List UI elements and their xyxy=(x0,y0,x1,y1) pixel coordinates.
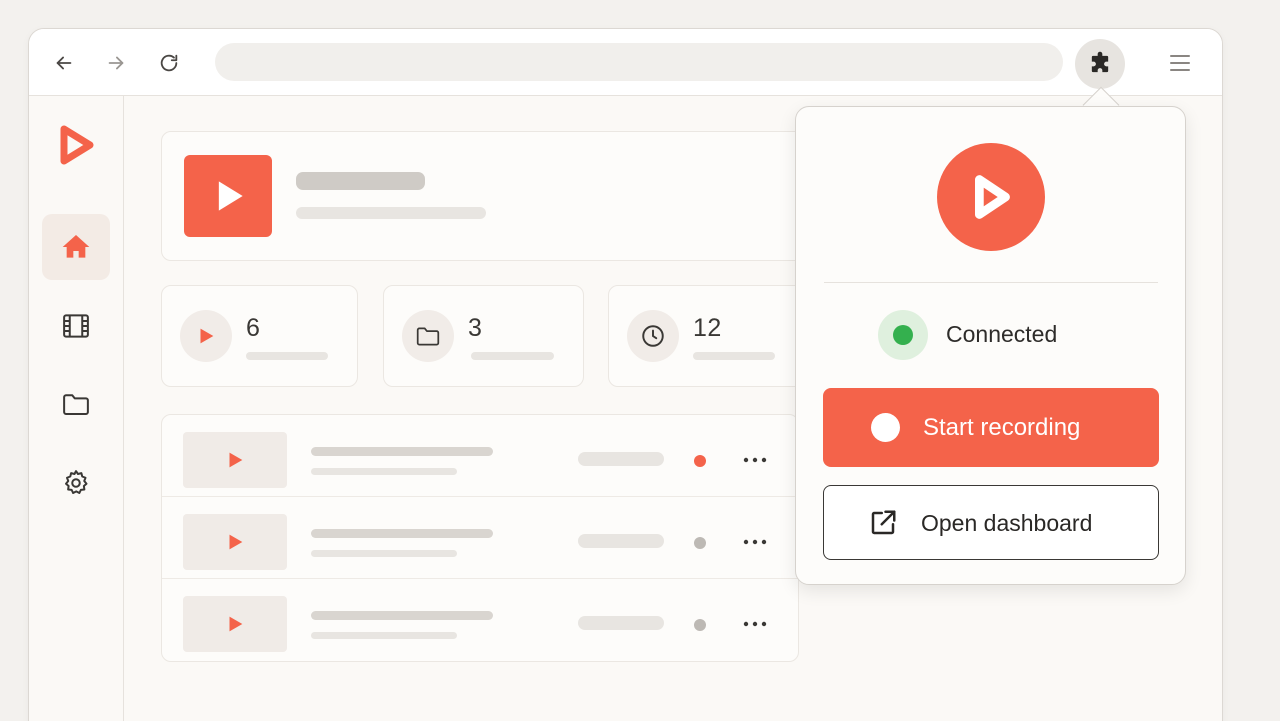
puzzle-icon xyxy=(1091,51,1109,73)
recording-thumbnail[interactable] xyxy=(183,596,287,652)
play-icon xyxy=(218,181,243,211)
recording-thumbnail[interactable] xyxy=(183,432,287,488)
status-dot-idle xyxy=(694,537,706,549)
recordings-list xyxy=(161,414,799,662)
recording-row[interactable] xyxy=(162,579,798,661)
subtitle-placeholder xyxy=(296,207,486,219)
play-icon xyxy=(200,328,214,344)
stat-label-placeholder xyxy=(246,352,328,360)
home-icon xyxy=(62,235,90,258)
title-placeholder xyxy=(296,172,425,190)
status-dot-idle xyxy=(694,619,706,631)
play-logo-icon xyxy=(975,175,1010,219)
stat-card-hours: 12 xyxy=(608,285,821,387)
extension-popup: Connected Start recording Open dashboard xyxy=(795,106,1186,585)
play-icon xyxy=(229,534,243,550)
recording-row[interactable] xyxy=(162,497,798,579)
stat-icon-circle xyxy=(402,310,454,362)
row-meta-placeholder xyxy=(578,616,664,630)
arrow-left-icon xyxy=(56,56,72,70)
stat-value: 6 xyxy=(246,314,261,342)
sidebar-item-folders[interactable] xyxy=(42,371,110,437)
row-subtitle-placeholder xyxy=(311,632,457,639)
folder-icon xyxy=(416,327,440,346)
recording-row[interactable] xyxy=(162,415,798,497)
gear-icon xyxy=(65,470,88,494)
extension-logo xyxy=(937,143,1045,251)
folder-icon xyxy=(63,394,89,415)
row-title-placeholder xyxy=(311,611,493,620)
reload-icon xyxy=(160,54,178,72)
row-meta-placeholder xyxy=(578,452,664,466)
more-horizontal-icon xyxy=(743,539,767,545)
play-icon xyxy=(229,452,243,468)
clock-icon xyxy=(642,325,664,347)
featured-thumbnail[interactable] xyxy=(184,155,272,237)
reload-button[interactable] xyxy=(150,44,188,82)
stat-value: 12 xyxy=(693,314,722,342)
hamburger-menu-icon xyxy=(1170,55,1190,71)
sidebar-item-home[interactable] xyxy=(42,214,110,280)
open-dashboard-button[interactable]: Open dashboard xyxy=(823,485,1159,560)
row-more-button[interactable] xyxy=(740,527,770,557)
stat-icon-circle xyxy=(627,310,679,362)
forward-button[interactable] xyxy=(97,44,135,82)
connection-status-indicator xyxy=(878,310,928,360)
recording-thumbnail[interactable] xyxy=(183,514,287,570)
row-meta-placeholder xyxy=(578,534,664,548)
stat-card-folders: 3 xyxy=(383,285,584,387)
sidebar-item-settings[interactable] xyxy=(42,450,110,516)
external-link-icon xyxy=(871,510,896,535)
app-logo-icon xyxy=(60,125,94,165)
more-horizontal-icon xyxy=(743,621,767,627)
row-subtitle-placeholder xyxy=(311,468,457,475)
connection-status-text: Connected xyxy=(946,321,1058,347)
row-more-button[interactable] xyxy=(740,445,770,475)
record-dot-icon xyxy=(871,413,900,442)
extension-button[interactable] xyxy=(1075,39,1125,89)
stat-label-placeholder xyxy=(693,352,775,360)
start-recording-button[interactable]: Start recording xyxy=(823,388,1159,467)
browser-toolbar xyxy=(29,29,1222,96)
address-bar[interactable] xyxy=(215,43,1063,81)
status-dot-connected xyxy=(893,325,913,345)
start-recording-label: Start recording xyxy=(923,414,1081,441)
row-title-placeholder xyxy=(311,529,493,538)
arrow-right-icon xyxy=(108,56,124,70)
row-title-placeholder xyxy=(311,447,493,456)
stat-value: 3 xyxy=(468,314,483,342)
browser-menu-button[interactable] xyxy=(1161,44,1199,82)
play-icon xyxy=(229,616,243,632)
popup-divider xyxy=(824,282,1158,283)
back-button[interactable] xyxy=(45,44,83,82)
row-subtitle-placeholder xyxy=(311,550,457,557)
header-card xyxy=(161,131,821,261)
stat-icon-circle xyxy=(180,310,232,362)
status-dot-recording xyxy=(694,455,706,467)
stat-card-videos: 6 xyxy=(161,285,358,387)
stat-label-placeholder xyxy=(471,352,554,360)
open-dashboard-label: Open dashboard xyxy=(921,510,1093,536)
more-horizontal-icon xyxy=(743,457,767,463)
film-icon xyxy=(63,314,89,338)
app-sidebar xyxy=(29,96,124,721)
row-more-button[interactable] xyxy=(740,609,770,639)
sidebar-item-videos[interactable] xyxy=(42,293,110,359)
